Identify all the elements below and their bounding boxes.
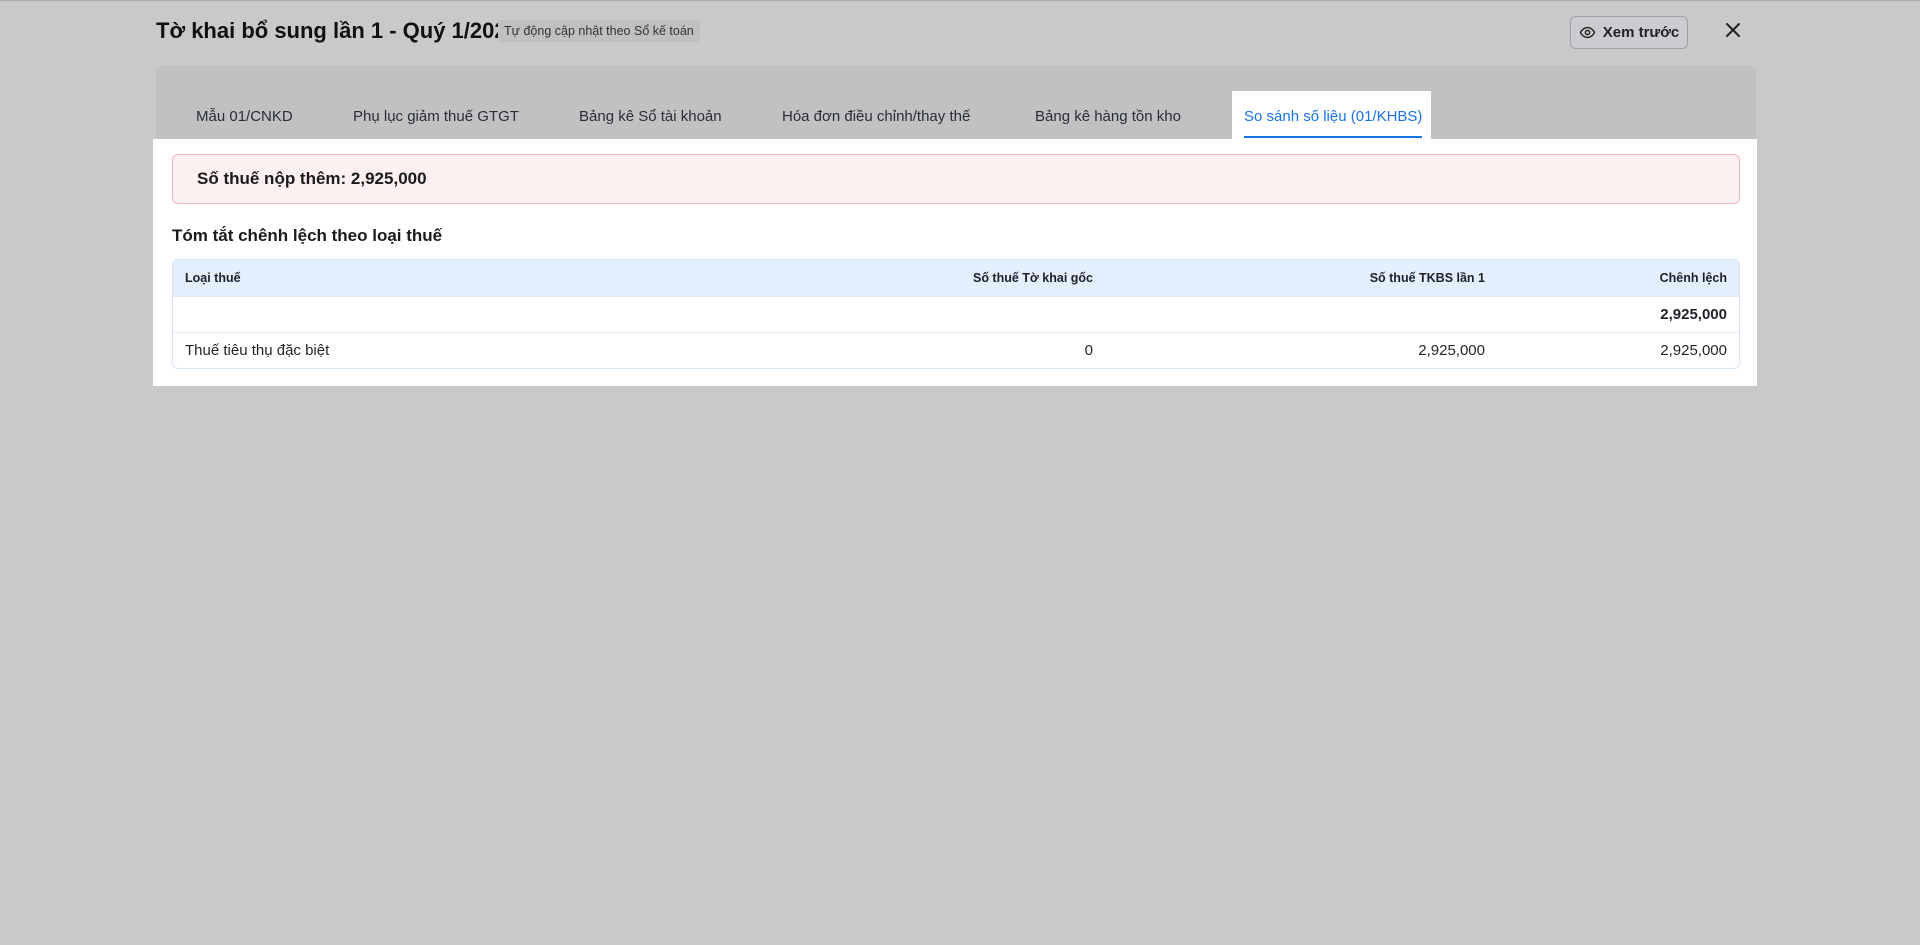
dialog-header: Tờ khai bổ sung lần 1 - Quý 1/2026 Tự độ… — [0, 0, 1920, 64]
column-header-difference: Chênh lệch — [1659, 271, 1727, 285]
total-difference-cell: 2,925,000 — [1660, 306, 1727, 323]
tab-label: So sánh số liệu (01/KHBS) — [1244, 108, 1423, 125]
tax-type-cell: Thuế tiêu thụ đặc biệt — [185, 342, 330, 359]
page-title: Tờ khai bổ sung lần 1 - Quý 1/2026 — [156, 18, 519, 43]
tab-mau-01-cnkd[interactable]: Mẫu 01/CNKD — [196, 91, 293, 139]
tab-so-sanh-so-lieu[interactable]: So sánh số liệu (01/KHBS) — [1232, 91, 1432, 139]
column-header-original: Số thuế Tờ khai gốc — [972, 271, 1093, 285]
tab-label: Phụ lục giảm thuế GTGT — [353, 108, 519, 125]
tab-label: Hóa đơn điều chỉnh/thay thế — [782, 108, 971, 125]
close-button[interactable] — [1720, 18, 1746, 46]
column-header-tax-type: Loại thuế — [185, 271, 241, 285]
preview-button-label: Xem trước — [1602, 24, 1680, 41]
tab-bang-ke-hang-ton-kho[interactable]: Bảng kê hàng tồn kho — [1035, 91, 1181, 139]
tab-bar: Mẫu 01/CNKD Phụ lục giảm thuế GTGT Bảng … — [156, 65, 1756, 139]
eye-icon — [1579, 24, 1596, 41]
tab-bang-ke-so-tai-khoan[interactable]: Bảng kê Sổ tài khoản — [579, 91, 722, 139]
comparison-panel: Số thuế nộp thêm: 2,925,000 Tóm tắt chên… — [153, 139, 1757, 386]
preview-button[interactable]: Xem trước — [1570, 16, 1688, 49]
auto-update-badge: Tự động cập nhật theo Sổ kế toán — [498, 20, 700, 42]
tab-label: Mẫu 01/CNKD — [196, 108, 293, 125]
active-tab-indicator — [1244, 136, 1423, 138]
table-total-row: 2,925,000 — [173, 296, 1739, 332]
table-row: Thuế tiêu thụ đặc biệt 0 2,925,000 2,925… — [173, 332, 1739, 368]
tab-label: Bảng kê hàng tồn kho — [1035, 108, 1181, 125]
tab-label: Bảng kê Sổ tài khoản — [579, 108, 722, 125]
additional-tax-text: Số thuế nộp thêm: 2,925,000 — [197, 169, 427, 188]
difference-cell: 2,925,000 — [1660, 342, 1727, 359]
supplement-amount-cell: 2,925,000 — [1418, 342, 1485, 359]
summary-title: Tóm tắt chênh lệch theo loại thuế — [172, 226, 443, 245]
tab-phu-luc-giam-thue[interactable]: Phụ lục giảm thuế GTGT — [353, 91, 519, 139]
summary-table: Loại thuế Số thuế Tờ khai gốc Số thuế TK… — [172, 259, 1740, 369]
tab-hoa-don-dieu-chinh[interactable]: Hóa đơn điều chỉnh/thay thế — [782, 91, 970, 139]
close-icon — [1725, 22, 1741, 43]
additional-tax-alert: Số thuế nộp thêm: 2,925,000 — [172, 154, 1740, 204]
original-amount-cell: 0 — [1084, 342, 1093, 359]
column-header-supplement: Số thuế TKBS lần 1 — [1369, 271, 1485, 285]
table-header-row: Loại thuế Số thuế Tờ khai gốc Số thuế TK… — [173, 260, 1739, 296]
